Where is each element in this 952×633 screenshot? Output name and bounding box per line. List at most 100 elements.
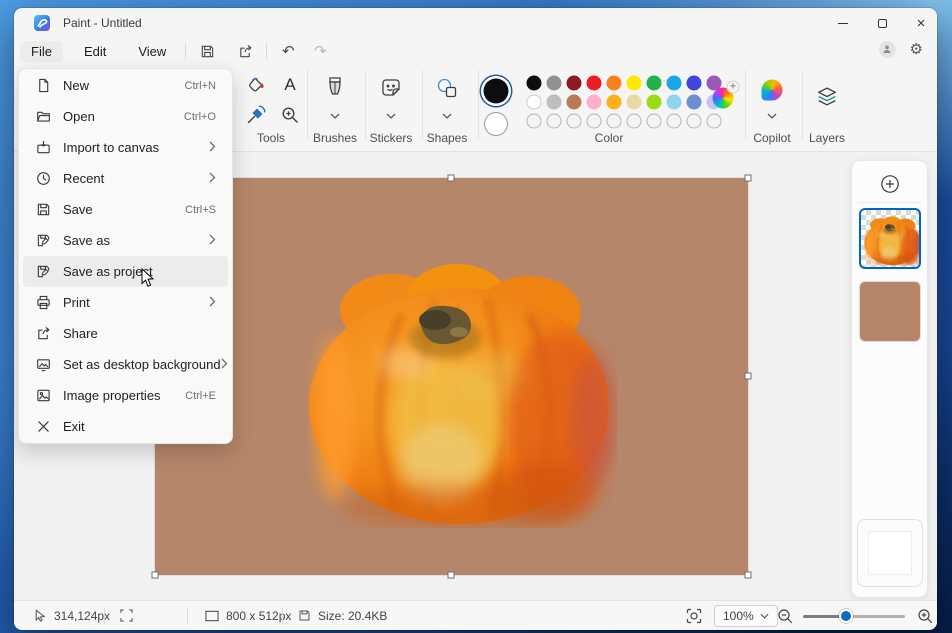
eyedropper-tool-icon[interactable] (246, 105, 266, 125)
divider (307, 70, 308, 140)
empty-color-swatch[interactable] (687, 114, 702, 129)
color-swatch[interactable] (607, 95, 622, 110)
canvas-handle-bottom-right[interactable] (745, 572, 752, 579)
menu-item-open[interactable]: Open Ctrl+O (23, 101, 228, 132)
color-swatch[interactable] (687, 76, 702, 91)
add-layer-button[interactable] (878, 172, 902, 196)
menu-item-recent[interactable]: Recent (23, 163, 228, 194)
color-swatch[interactable] (647, 95, 662, 110)
share-icon[interactable] (232, 40, 258, 62)
paint-window: Paint - Untitled × File Edit View ↶ ↷ ⚙ (14, 8, 937, 630)
canvas-handle-top-right[interactable] (745, 175, 752, 182)
save-as-icon (35, 233, 51, 249)
canvas-handle-bottom-middle[interactable] (448, 572, 455, 579)
fit-to-screen-button[interactable] (686, 608, 702, 624)
copilot-chevron-icon[interactable] (767, 106, 777, 124)
empty-color-swatch[interactable] (567, 114, 582, 129)
shortcut-label: Ctrl+E (185, 390, 216, 402)
layer-thumbnail-background-color[interactable] (859, 281, 921, 342)
color-swatch[interactable] (567, 76, 582, 91)
empty-color-swatch[interactable] (667, 114, 682, 129)
save-icon[interactable] (194, 40, 220, 62)
color-swatch[interactable] (627, 95, 642, 110)
menu-item-save-as[interactable]: Save as (23, 225, 228, 256)
brushes-group-label: Brushes (313, 131, 357, 145)
menu-item-save-as-project[interactable]: Save as project (23, 256, 228, 287)
color-swatch[interactable] (627, 76, 642, 91)
color-swatch[interactable] (647, 76, 662, 91)
empty-color-swatch[interactable] (607, 114, 622, 129)
stickers-chevron-icon[interactable] (386, 106, 396, 124)
empty-color-swatch[interactable] (627, 114, 642, 129)
menu-item-import-to-canvas[interactable]: Import to canvas (23, 132, 228, 163)
exit-x-icon (35, 419, 51, 435)
minimize-button[interactable] (821, 8, 865, 38)
zoom-dropdown-chevron-icon (760, 613, 769, 619)
empty-color-swatch[interactable] (707, 114, 722, 129)
menu-item-print[interactable]: Print (23, 287, 228, 318)
settings-gear-icon[interactable]: ⚙ (910, 40, 923, 58)
color-swatch[interactable] (527, 95, 542, 110)
brushes-chevron-icon[interactable] (330, 106, 340, 124)
color-swatch[interactable] (547, 76, 562, 91)
shapes-group-label: Shapes (427, 131, 468, 145)
zoom-in-button[interactable] (917, 608, 933, 624)
maximize-button[interactable] (860, 8, 904, 38)
text-tool-icon[interactable]: A (284, 75, 295, 95)
empty-color-swatch[interactable] (527, 114, 542, 129)
empty-color-swatch[interactable] (587, 114, 602, 129)
menu-item-save[interactable]: Save Ctrl+S (23, 194, 228, 225)
layer-thumbnail-pumpkin[interactable] (859, 208, 921, 269)
mouse-cursor (141, 268, 155, 288)
color-swatch[interactable] (667, 76, 682, 91)
undo-icon[interactable]: ↶ (275, 40, 301, 62)
background-color-swatch[interactable] (484, 112, 508, 136)
color-swatch[interactable] (587, 76, 602, 91)
magnifier-tool-icon[interactable] (281, 106, 300, 125)
color-swatch[interactable] (547, 95, 562, 110)
color-swatch[interactable] (667, 95, 682, 110)
menu-item-exit[interactable]: Exit (23, 411, 228, 442)
view-menu-button[interactable]: View (127, 41, 177, 62)
menu-item-image-properties[interactable]: Image properties Ctrl+E (23, 380, 228, 411)
empty-color-swatch[interactable] (547, 114, 562, 129)
menu-item-share[interactable]: Share (23, 318, 228, 349)
zoom-level-dropdown[interactable]: 100% (714, 605, 778, 627)
selection-size-icon (120, 609, 133, 622)
shapes-icon[interactable] (436, 77, 459, 100)
color-swatch[interactable] (527, 76, 542, 91)
edit-colors-wheel-icon[interactable] (713, 88, 734, 109)
cursor-position-value: 314,124px (54, 609, 110, 623)
fill-tool-icon[interactable] (246, 75, 267, 96)
file-menu-button[interactable]: File (20, 41, 63, 62)
foreground-color-swatch[interactable] (484, 79, 509, 104)
layers-icon[interactable] (815, 85, 840, 110)
zoom-out-button[interactable] (777, 608, 793, 624)
copilot-icon[interactable] (762, 80, 783, 101)
stickers-icon[interactable] (380, 77, 402, 99)
save-as-project-icon (35, 264, 51, 280)
color-swatch[interactable] (687, 95, 702, 110)
background-layer-container[interactable] (857, 519, 923, 587)
menu-bar: File Edit View ↶ ↷ ⚙ (14, 38, 937, 64)
edit-menu-button[interactable]: Edit (73, 41, 117, 62)
close-button[interactable]: × (899, 8, 937, 38)
zoom-slider-thumb[interactable] (839, 609, 853, 623)
color-swatch[interactable] (567, 95, 582, 110)
zoom-slider[interactable] (803, 615, 905, 618)
submenu-chevron-icon (209, 172, 216, 186)
canvas-handle-top-middle[interactable] (448, 175, 455, 182)
empty-color-swatch[interactable] (647, 114, 662, 129)
shortcut-label: Ctrl+S (185, 204, 216, 216)
shapes-chevron-icon[interactable] (442, 106, 452, 124)
background-layer-thumbnail (869, 532, 911, 574)
account-icon[interactable] (879, 41, 896, 58)
brushes-icon[interactable] (326, 76, 344, 100)
color-swatch[interactable] (607, 76, 622, 91)
pumpkin-artwork (307, 258, 617, 528)
menu-item-new[interactable]: New Ctrl+N (23, 70, 228, 101)
color-swatch[interactable] (587, 95, 602, 110)
canvas-handle-right-middle[interactable] (745, 373, 752, 380)
menu-item-set-as-desktop-background[interactable]: Set as desktop background (23, 349, 228, 380)
canvas-handle-bottom-left[interactable] (152, 572, 159, 579)
